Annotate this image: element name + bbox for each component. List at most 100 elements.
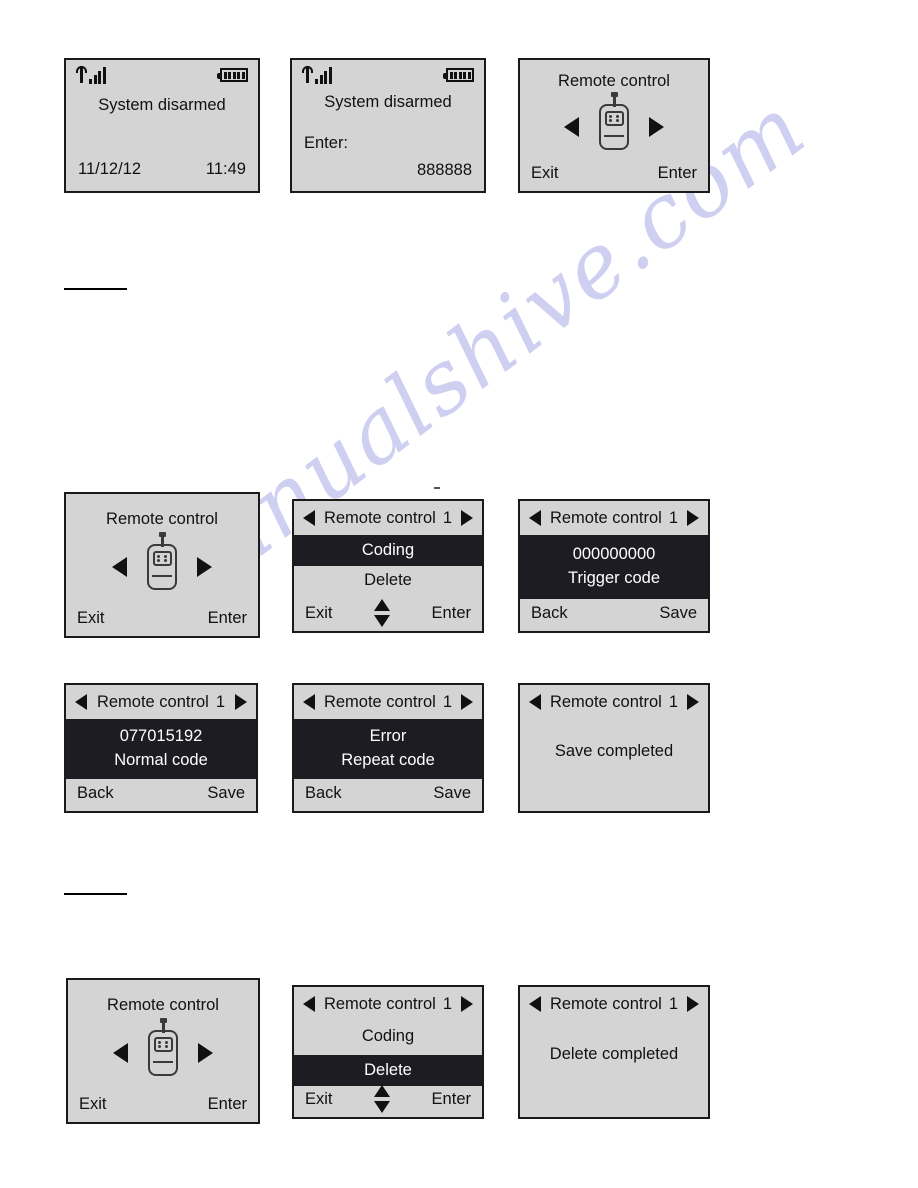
password-input-value[interactable]: 888888: [417, 161, 472, 180]
arrow-left-icon[interactable]: [112, 557, 127, 577]
panel-header: Remote control 1: [294, 685, 482, 719]
arrow-right-icon[interactable]: [461, 996, 473, 1012]
softkey-save[interactable]: Save: [433, 784, 471, 803]
lcd-panel-coding-selected: Remote control 1 Coding Delete Exit Enter: [292, 499, 484, 633]
lcd-panel-remote-control-menu: Remote control Exit Enter: [518, 58, 710, 193]
arrow-left-icon[interactable]: [529, 510, 541, 526]
softkey-back[interactable]: Back: [531, 604, 568, 623]
arrow-right-icon[interactable]: [461, 510, 473, 526]
header-index: 1: [442, 692, 453, 711]
menu-item-delete[interactable]: Delete: [294, 571, 482, 590]
arrow-right-icon[interactable]: [649, 117, 664, 137]
menu-title: Remote control: [107, 996, 219, 1014]
confirmation-message: Save completed: [554, 742, 674, 760]
softkey-back[interactable]: Back: [305, 784, 342, 803]
panel-header: Remote control 1: [520, 685, 708, 719]
softkey-enter[interactable]: Enter: [658, 164, 697, 183]
header-title: Remote control 1: [541, 995, 687, 1014]
header-index: 1: [442, 508, 453, 527]
arrow-left-icon[interactable]: [113, 1043, 128, 1063]
lcd-panel-trigger-code: Remote control 1 000000000 Trigger code B…: [518, 499, 710, 633]
header-title: Remote control 1: [315, 995, 461, 1014]
menu-title: Remote control: [558, 72, 670, 90]
code-display-block: 077015192 Normal code: [66, 719, 256, 779]
softkey-save[interactable]: Save: [659, 604, 697, 623]
softkey-bar: Exit Enter: [294, 1081, 482, 1117]
softkey-bar: Back Save: [294, 775, 482, 811]
header-title: Remote control 1: [315, 509, 461, 528]
arrow-left-icon[interactable]: [529, 694, 541, 710]
softkey-enter[interactable]: Enter: [208, 1095, 247, 1114]
lcd-panel-delete-selected: Remote control 1 Coding Delete Exit Enter: [292, 985, 484, 1119]
softkey-exit[interactable]: Exit: [305, 1090, 333, 1109]
signal-bars-icon: [76, 66, 106, 84]
arrow-left-icon[interactable]: [75, 694, 87, 710]
code-type-label: Repeat code: [341, 751, 435, 769]
header-title: Remote control 1: [541, 693, 687, 712]
header-title-text: Remote control: [549, 508, 662, 527]
softkey-bar: Back Save: [520, 595, 708, 631]
header-title-text: Remote control: [96, 692, 209, 711]
error-text: Error: [369, 727, 407, 746]
time-text: 11:49: [205, 160, 246, 178]
lcd-panel-delete-completed: Remote control 1 Delete completed: [518, 985, 710, 1119]
softkey-exit[interactable]: Exit: [531, 164, 559, 183]
remote-control-icon: [147, 532, 177, 590]
softkey-exit[interactable]: Exit: [305, 604, 333, 623]
arrow-left-icon[interactable]: [303, 510, 315, 526]
lcd-panel-normal-code: Remote control 1 077015192 Normal code Ba…: [64, 683, 258, 813]
arrow-left-icon[interactable]: [529, 996, 541, 1012]
softkey-exit[interactable]: Exit: [77, 609, 105, 628]
system-status-text: System disarmed: [324, 93, 452, 111]
arrow-right-icon[interactable]: [687, 694, 699, 710]
softkey-enter[interactable]: Enter: [208, 609, 247, 628]
arrow-right-icon[interactable]: [197, 557, 212, 577]
header-title-text: Remote control: [323, 508, 436, 527]
panel-header: Remote control 1: [520, 501, 708, 535]
softkey-bar: Exit Enter: [294, 595, 482, 631]
status-bar: [302, 66, 474, 86]
panel-header: Remote control 1: [294, 501, 482, 535]
header-title-text: Remote control: [549, 692, 662, 711]
menu-item-coding-selected[interactable]: Coding: [294, 535, 482, 566]
up-down-arrows-icon[interactable]: [374, 598, 391, 628]
header-index: 1: [668, 994, 679, 1013]
softkey-save[interactable]: Save: [207, 784, 245, 803]
softkey-exit[interactable]: Exit: [79, 1095, 107, 1114]
softkey-bar: Exit Enter: [66, 600, 258, 636]
arrow-right-icon[interactable]: [235, 694, 247, 710]
battery-full-icon: [217, 68, 248, 82]
arrow-left-icon[interactable]: [303, 694, 315, 710]
header-title: Remote control 1: [315, 693, 461, 712]
remote-control-icon: [599, 92, 629, 150]
code-type-label: Trigger code: [567, 569, 660, 587]
arrow-left-icon[interactable]: [564, 117, 579, 137]
lcd-panel-system-disarmed: System disarmed 11/12/12 11:49: [64, 58, 260, 193]
header-index: 1: [668, 692, 679, 711]
arrow-right-icon[interactable]: [687, 510, 699, 526]
date-text: 11/12/12: [78, 160, 142, 178]
remote-control-selector: [520, 92, 708, 150]
header-index: 1: [442, 994, 453, 1013]
status-bar: [76, 66, 248, 86]
menu-item-label: Coding: [361, 540, 415, 559]
arrow-left-icon[interactable]: [303, 996, 315, 1012]
code-display-block: 000000000 Trigger code: [520, 535, 708, 599]
softkey-enter[interactable]: Enter: [432, 604, 471, 623]
section-rule: [64, 893, 127, 895]
up-down-arrows-icon[interactable]: [374, 1084, 391, 1114]
lcd-panel-save-completed: Remote control 1 Save completed: [518, 683, 710, 813]
lcd-panel-repeat-code-error: Remote control 1 Error Repeat code Back S…: [292, 683, 484, 813]
arrow-right-icon[interactable]: [687, 996, 699, 1012]
softkey-back[interactable]: Back: [77, 784, 114, 803]
menu-title: Remote control: [106, 510, 218, 528]
section-rule: [64, 288, 127, 290]
softkey-enter[interactable]: Enter: [432, 1090, 471, 1109]
arrow-right-icon[interactable]: [198, 1043, 213, 1063]
menu-item-label: Delete: [364, 1060, 412, 1079]
menu-item-coding[interactable]: Coding: [294, 1027, 482, 1046]
lcd-panel-enter-password: System disarmed Enter: 888888: [290, 58, 486, 193]
arrow-right-icon[interactable]: [461, 694, 473, 710]
header-title: Remote control 1: [87, 693, 235, 712]
header-title-text: Remote control: [323, 692, 436, 711]
